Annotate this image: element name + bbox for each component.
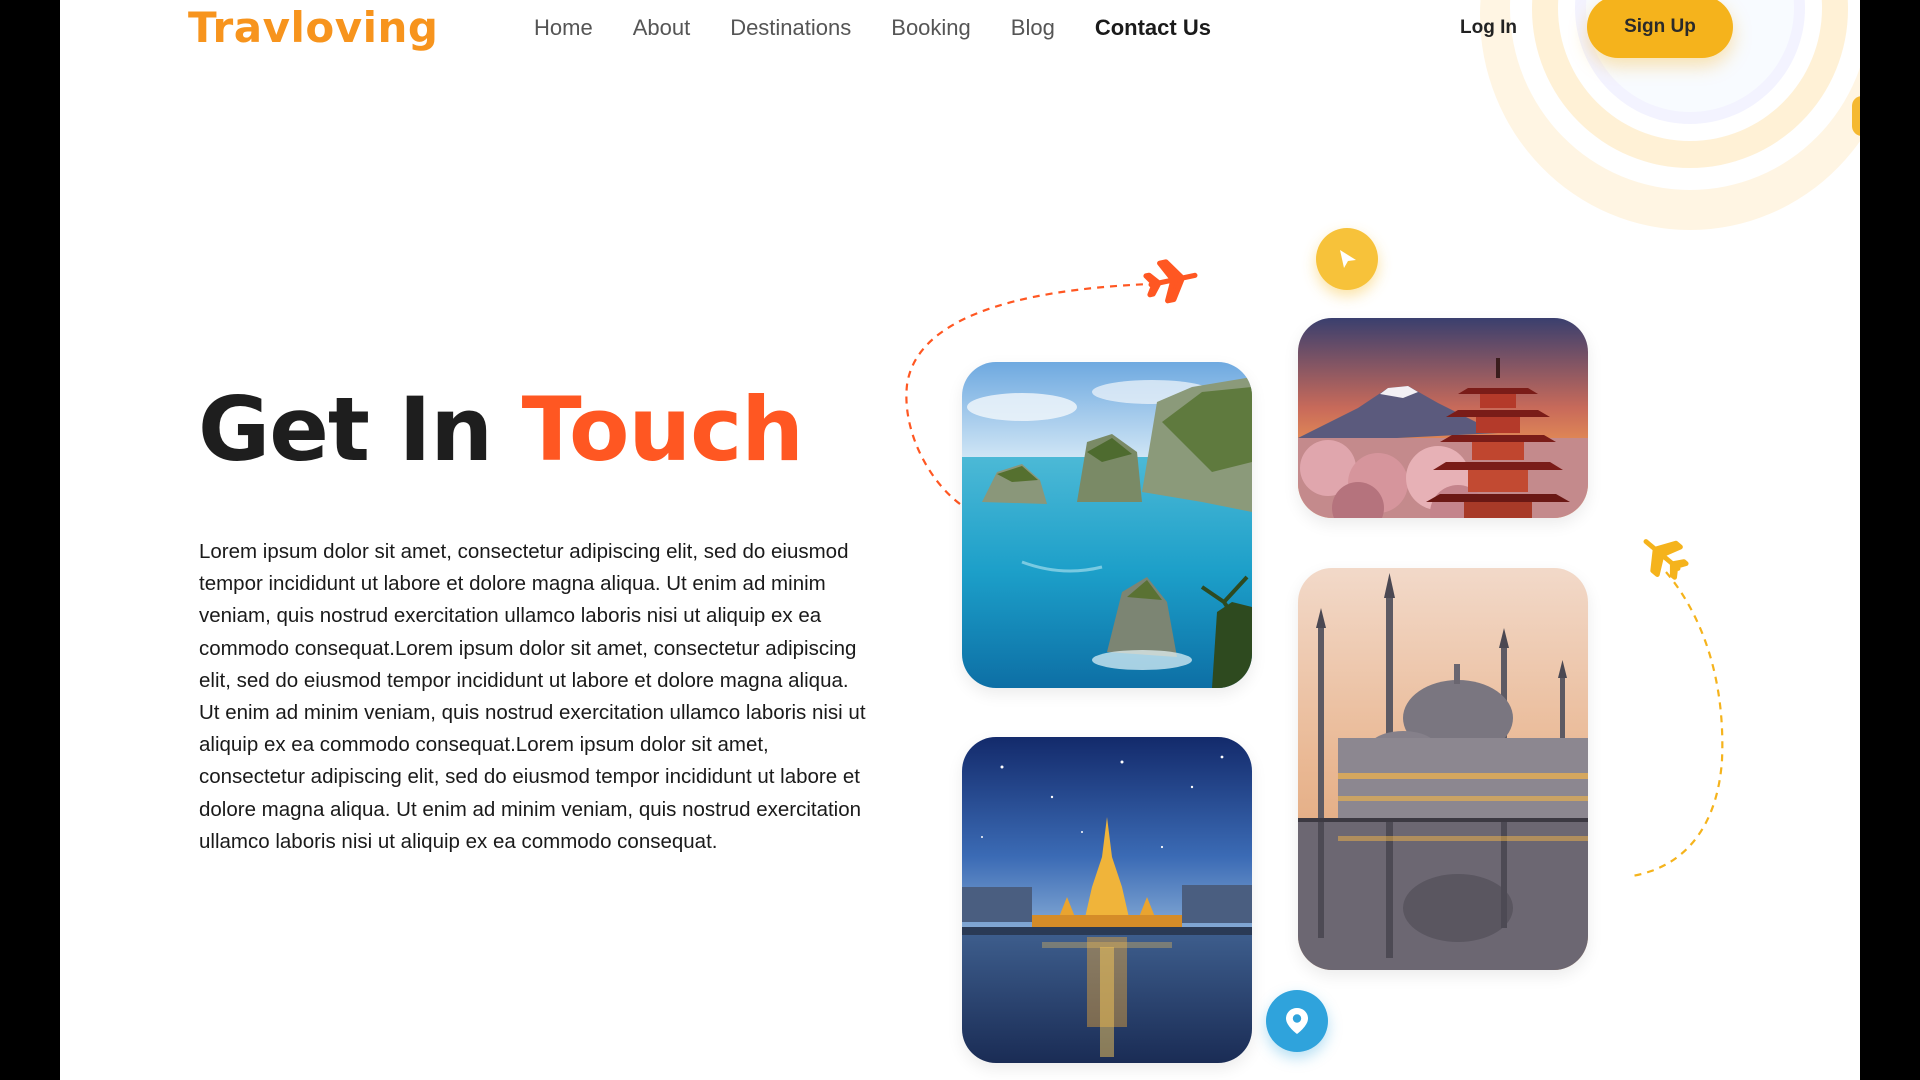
- login-link[interactable]: Log In: [1460, 0, 1517, 56]
- temple-river-night-photo: [962, 737, 1252, 1063]
- nav-blog[interactable]: Blog: [1011, 15, 1055, 41]
- nav-contact-us[interactable]: Contact Us: [1095, 15, 1211, 41]
- navigation-badge[interactable]: [1316, 228, 1378, 290]
- nav-booking[interactable]: Booking: [891, 15, 971, 41]
- nav-home[interactable]: Home: [534, 15, 593, 41]
- title-part-1: Get In: [198, 378, 522, 481]
- title-part-2: Touch: [521, 378, 804, 481]
- location-pin-icon: [1286, 1008, 1308, 1034]
- location-badge[interactable]: [1266, 990, 1328, 1052]
- decorative-dot: [1852, 96, 1860, 136]
- mosque-reflection-photo: [1298, 568, 1588, 970]
- nav-about[interactable]: About: [633, 15, 691, 41]
- pagoda-mountain-photo: [1298, 318, 1588, 518]
- brand-logo[interactable]: Travloving: [188, 0, 438, 56]
- navigation-arrow-icon: [1340, 250, 1356, 268]
- page: Travloving Home About Destinations Booki…: [60, 0, 1860, 1080]
- airplane-icon: [1643, 539, 1689, 580]
- page-title: Get In Touch: [198, 378, 804, 481]
- signup-button[interactable]: Sign Up: [1587, 0, 1733, 58]
- nav-destinations[interactable]: Destinations: [730, 15, 851, 41]
- airplane-icon: [1143, 259, 1198, 304]
- island-coast-photo: [962, 362, 1252, 688]
- main-nav: Home About Destinations Booking Blog Con…: [534, 0, 1211, 56]
- intro-paragraph: Lorem ipsum dolor sit amet, consectetur …: [199, 540, 866, 853]
